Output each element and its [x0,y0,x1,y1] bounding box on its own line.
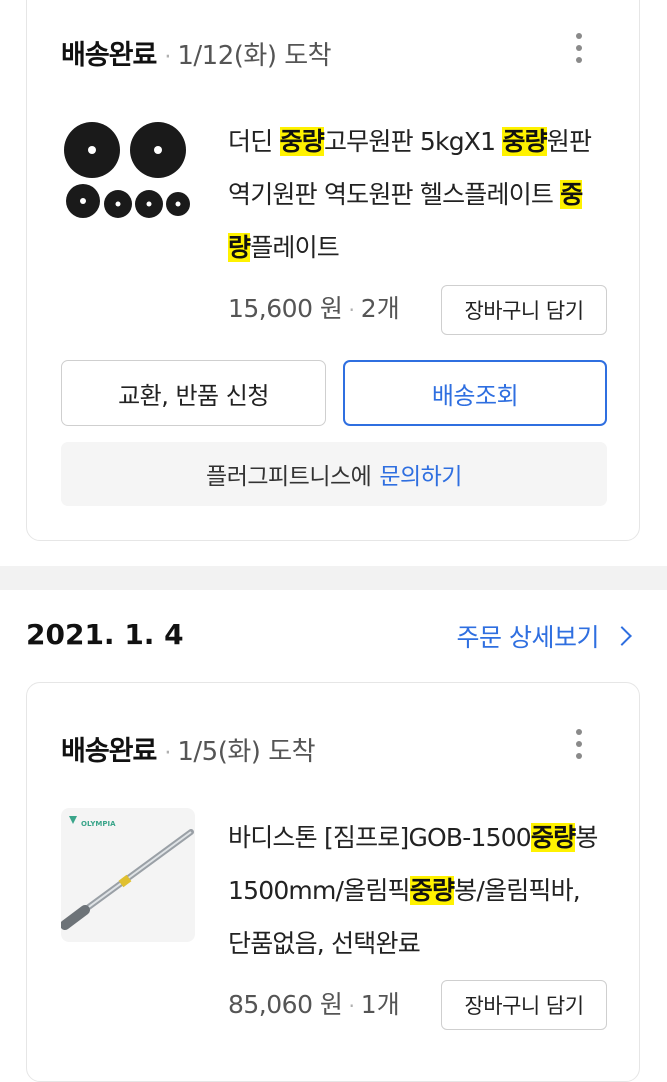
title-highlight: 중량 [409,876,455,905]
title-text: 더딘 [228,127,280,156]
price-row: 15,600 원 · 2개 [228,289,400,325]
section-divider [0,566,667,590]
title-text: 바디스톤 [짐프로]GOB-1500 [228,823,532,852]
separator-dot: · [348,994,355,1018]
delivery-status: 배송완료 [61,40,157,71]
order-date: 2021. 1. 4 [26,618,184,651]
more-options-icon[interactable] [574,729,584,765]
order-detail-label: 주문 상세보기 [456,623,600,652]
arrival-date: 1/12(화) 도착 [177,41,332,71]
more-options-icon[interactable] [574,33,584,69]
add-to-cart-button[interactable]: 장바구니 담기 [441,285,607,335]
order-detail-link[interactable]: 주문 상세보기 [456,618,632,654]
separator-dot: · [164,45,172,70]
title-highlight: 중량 [530,823,576,852]
product-price: 15,600 원 [228,294,343,323]
price-row: 85,060 원 · 1개 [228,985,400,1021]
title-text: 고무원판 5kgX1 [323,127,503,156]
arrival-date: 1/5(화) 도착 [177,737,316,767]
weight-plates-icon [61,116,195,250]
separator-dot: · [164,741,172,766]
title-highlight: 중 [560,180,583,209]
brand-logo: OLYMPIA [81,820,116,828]
seller-name: 플러그피트니스에 [206,464,372,490]
exchange-return-button[interactable]: 교환, 반품 신청 [61,360,326,426]
product-price: 85,060 원 [228,990,343,1019]
olympic-barbell-icon: OLYMPIA [61,808,195,942]
product-quantity: 1개 [360,990,400,1019]
inquiry-link[interactable]: 문의하기 [379,457,462,491]
delivery-status: 배송완료 [61,736,157,767]
product-thumbnail[interactable]: OLYMPIA [61,808,195,942]
track-delivery-button[interactable]: 배송조회 [343,360,607,426]
product-title[interactable]: 바디스톤 [짐프로]GOB-1500중량봉 1500mm/올림픽중량봉/올림픽바… [228,811,606,970]
chevron-right-icon [612,626,632,646]
title-text: 플레이트 [250,233,340,262]
add-to-cart-button[interactable]: 장바구니 담기 [441,980,607,1030]
seller-inquiry-bar: 플러그피트니스에 문의하기 [61,442,607,506]
product-thumbnail[interactable] [61,116,195,250]
separator-dot: · [348,298,355,322]
order-card: 배송완료 · 1/5(화) 도착 OLYMPIA 바디스톤 [짐프로]GOB-1… [26,682,640,1082]
delivery-status-row: 배송완료 · 1/5(화) 도착 [61,729,316,768]
order-card: 배송완료 · 1/12(화) 도착 더딘 중량고무원판 5kgX1 중량원판 역… [26,0,640,541]
delivery-status-row: 배송완료 · 1/12(화) 도착 [61,33,332,72]
product-quantity: 2개 [360,294,400,323]
title-highlight: 중량 [279,127,325,156]
title-highlight: 량 [228,233,251,262]
product-title[interactable]: 더딘 중량고무원판 5kgX1 중량원판 역기원판 역도원판 헬스플레이트 중량… [228,115,606,274]
title-highlight: 중량 [502,127,548,156]
